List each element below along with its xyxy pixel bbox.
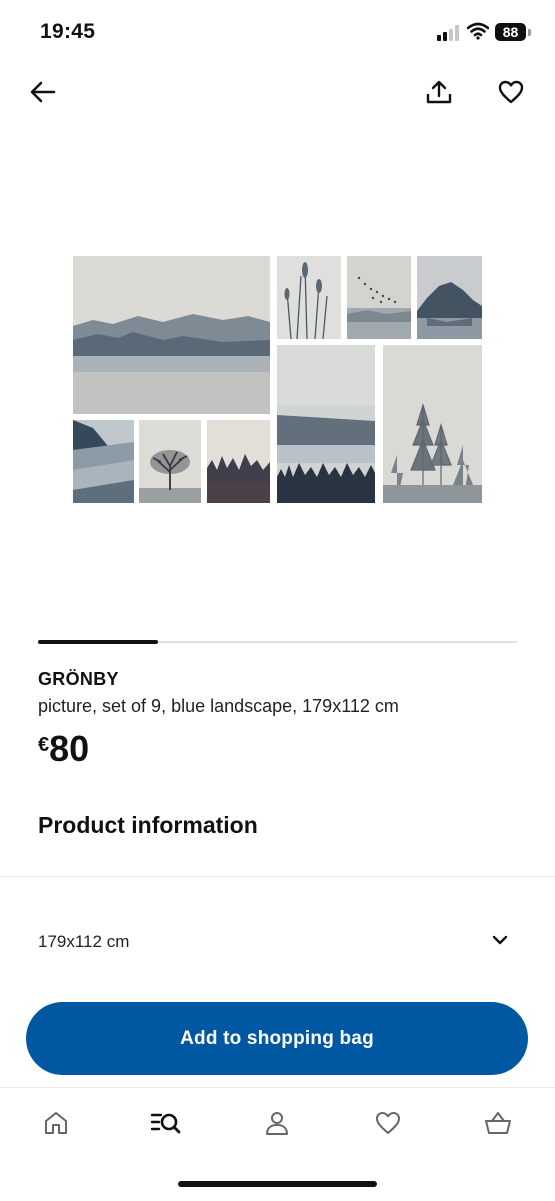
battery-nub [528,29,531,36]
picture-foggy-lake [277,345,375,503]
picture-dark-forest [207,420,270,503]
picture-shore [73,420,134,503]
cellular-signal-icon [437,25,459,41]
home-icon [45,1112,67,1134]
chevron-down-icon [492,935,508,945]
battery-indicator: 88 [495,23,526,41]
top-navigation [0,72,555,116]
back-button[interactable] [23,72,63,112]
picture-grass [277,256,341,339]
arrow-left-icon [30,81,56,103]
price-value: 80 [49,728,90,769]
picture-birds [347,256,411,339]
tab-profile[interactable] [253,1106,301,1140]
profile-icon [266,1112,288,1135]
search-list-icon [150,1113,181,1134]
tab-favorites[interactable] [364,1106,412,1140]
size-value: 179x112 cm [38,932,130,951]
picture-bare-tree [139,420,201,503]
product-description: picture, set of 9, blue landscape, 179x1… [38,696,399,716]
heart-icon [376,1112,400,1134]
product-image[interactable] [73,256,482,503]
product-name: GRÖNBY [38,669,119,689]
size-selector[interactable]: 179x112 cm [0,918,555,966]
basket-icon [485,1112,511,1134]
status-time: 19:45 [40,20,96,43]
section-divider [0,876,555,877]
home-indicator [178,1181,377,1187]
favorite-button[interactable] [491,72,531,112]
share-button[interactable] [419,72,459,112]
wifi-icon [467,22,489,40]
price-currency: € [38,734,50,756]
picture-misty-lake [73,256,270,414]
heart-icon [498,80,524,104]
carousel-progress-fill [38,640,158,644]
share-icon [426,80,452,104]
product-information-title[interactable]: Product information [38,812,258,839]
product-price: €80 [38,728,89,770]
status-bar: 19:45 88 [0,0,555,66]
tab-basket[interactable] [474,1106,522,1140]
picture-rock-island [417,256,482,339]
add-to-bag-button[interactable]: Add to shopping bag [26,1002,528,1075]
tab-home[interactable] [32,1106,80,1140]
image-carousel-progress [38,640,517,644]
tab-search[interactable] [142,1106,190,1140]
picture-pine-trees [383,345,482,503]
